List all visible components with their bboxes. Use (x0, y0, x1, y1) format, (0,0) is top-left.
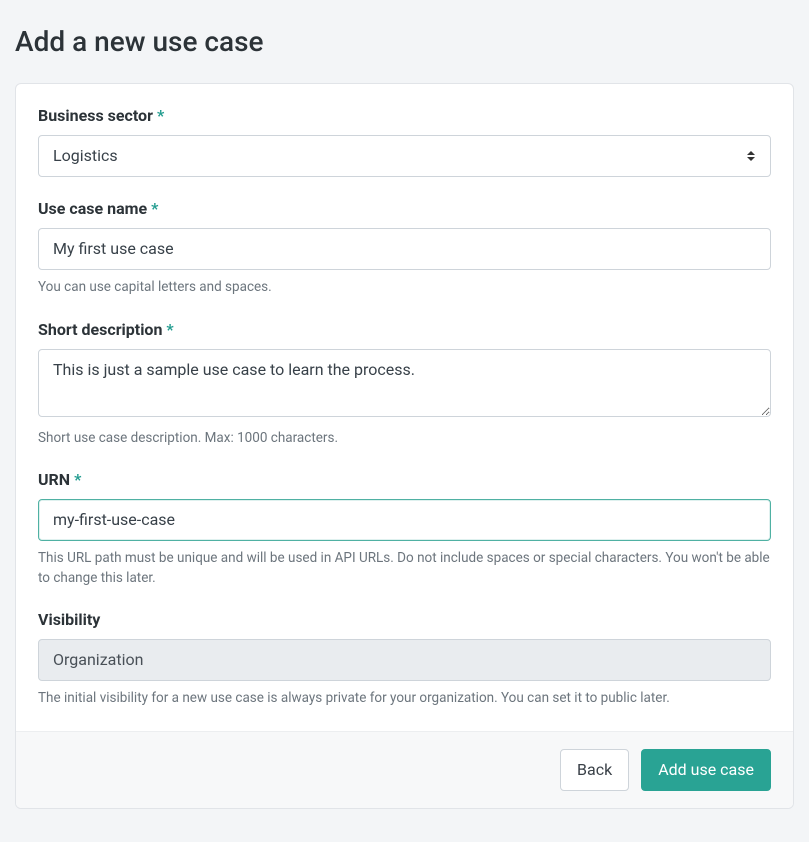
visibility-help: The initial visibility for a new use cas… (38, 689, 771, 709)
field-use-case-name: Use case name * You can use capital lett… (38, 199, 771, 298)
label-text: Business sector (38, 106, 153, 125)
short-description-label: Short description * (38, 320, 771, 339)
use-case-name-label: Use case name * (38, 199, 771, 218)
business-sector-label: Business sector * (38, 106, 771, 125)
field-visibility: Visibility The initial visibility for a … (38, 610, 771, 709)
label-text: Visibility (38, 610, 100, 629)
label-text: URN (38, 470, 70, 489)
use-case-name-help: You can use capital letters and spaces. (38, 278, 771, 298)
back-button[interactable]: Back (560, 749, 629, 791)
add-use-case-button[interactable]: Add use case (641, 749, 771, 791)
short-description-textarea[interactable]: This is just a sample use case to learn … (38, 349, 771, 417)
required-asterisk-icon: * (166, 320, 173, 339)
field-business-sector: Business sector * Logistics (38, 106, 771, 177)
short-description-help: Short use case description. Max: 1000 ch… (38, 429, 771, 449)
required-asterisk-icon: * (74, 470, 81, 489)
form-footer: Back Add use case (16, 731, 793, 808)
visibility-input (38, 639, 771, 681)
field-short-description: Short description * This is just a sampl… (38, 320, 771, 449)
label-text: Use case name (38, 199, 147, 218)
business-sector-select[interactable]: Logistics (38, 135, 771, 177)
label-text: Short description (38, 320, 162, 339)
required-asterisk-icon: * (151, 199, 158, 218)
urn-help: This URL path must be unique and will be… (38, 549, 771, 588)
business-sector-select-wrap: Logistics (38, 135, 771, 177)
required-asterisk-icon: * (157, 106, 164, 125)
field-urn: URN * This URL path must be unique and w… (38, 470, 771, 588)
form-body: Business sector * Logistics Use case nam… (16, 84, 793, 731)
use-case-name-input[interactable] (38, 228, 771, 270)
page-title: Add a new use case (15, 25, 794, 58)
urn-label: URN * (38, 470, 771, 489)
form-card: Business sector * Logistics Use case nam… (15, 83, 794, 809)
urn-input[interactable] (38, 499, 771, 541)
visibility-label: Visibility (38, 610, 771, 629)
